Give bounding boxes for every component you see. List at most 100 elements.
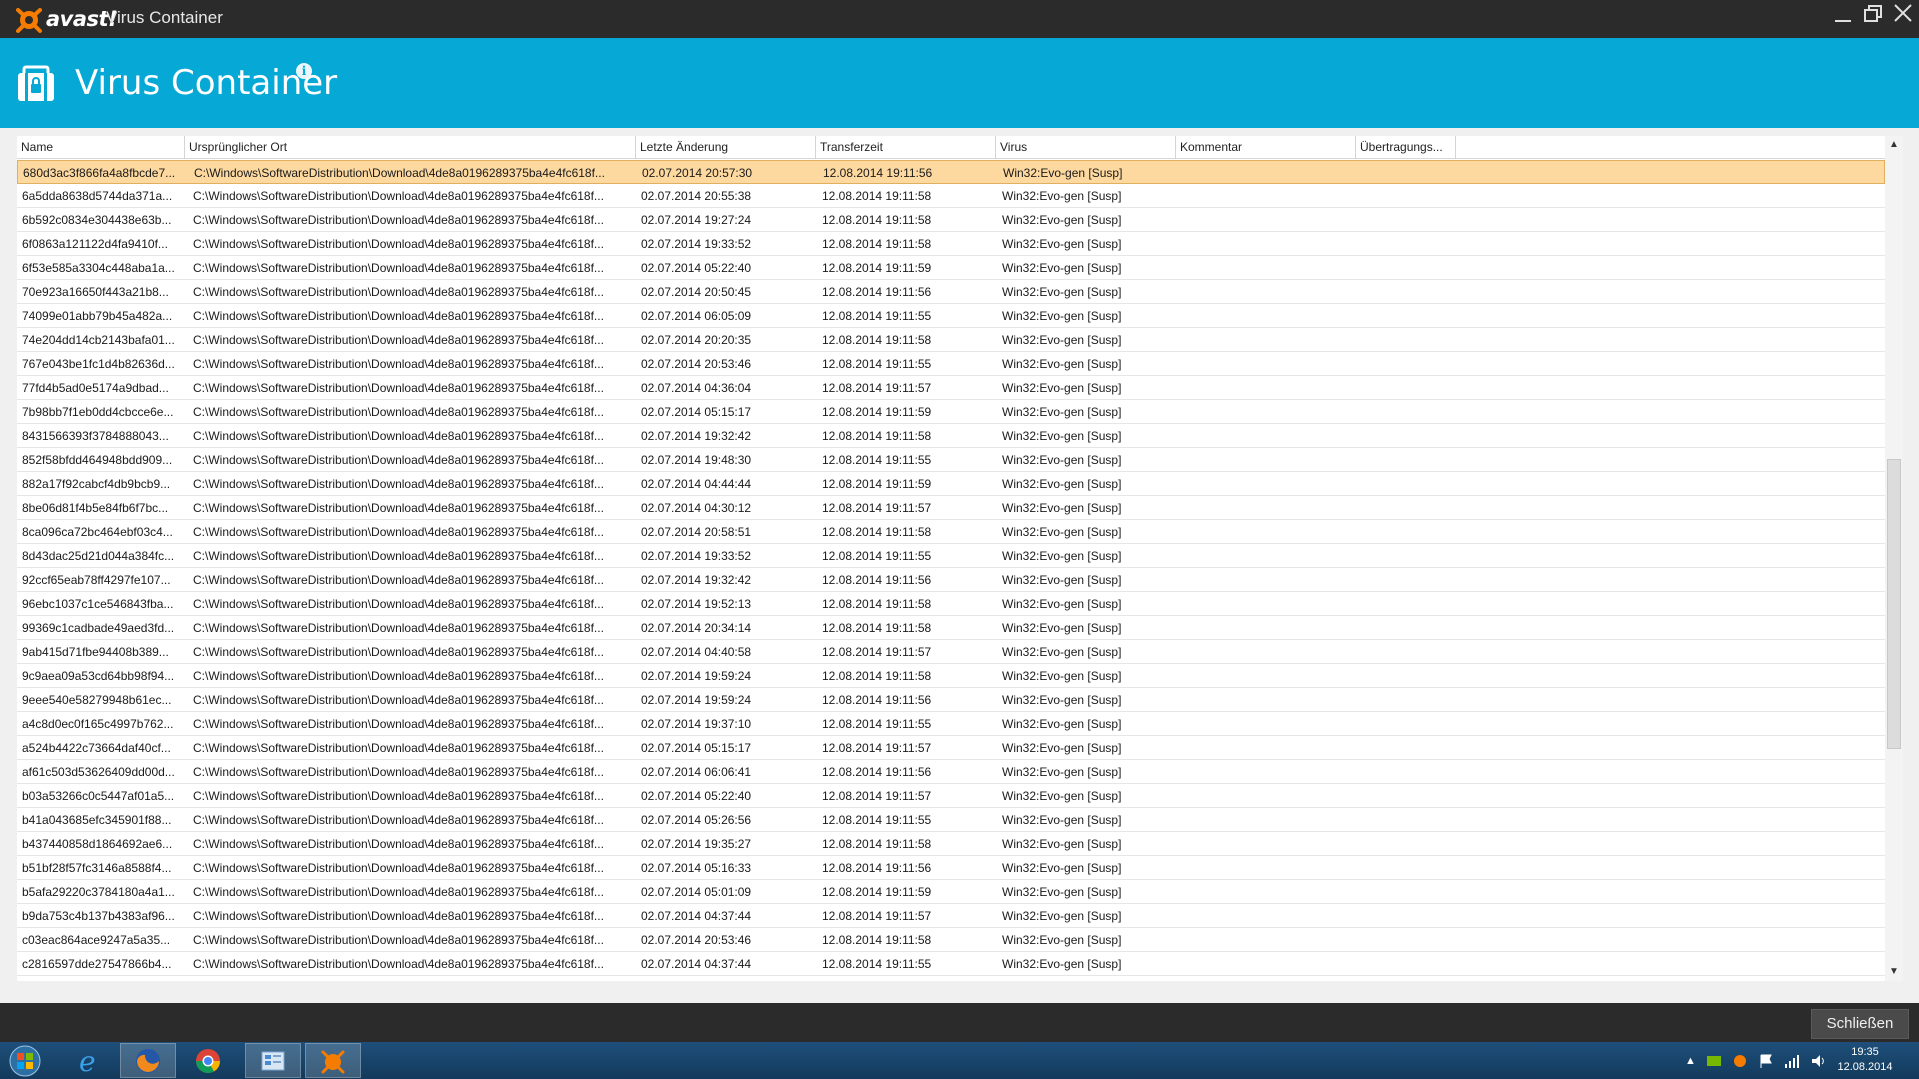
taskbar-avast[interactable]	[305, 1043, 361, 1078]
cell-last-modified: 02.07.2014 20:20:35	[641, 333, 752, 347]
cell-last-modified: 02.07.2014 19:35:27	[641, 837, 752, 851]
table-row[interactable]: b9da753c4b137b4383af96... C:\Windows\Soft…	[17, 904, 1885, 928]
table-row[interactable]: 9ab415d71fbe94408b389... C:\Windows\Softw…	[17, 640, 1885, 664]
window-title: Virus Container	[106, 8, 223, 27]
table-row[interactable]: 6f53e585a3304c448aba1a... C:\Windows\Soft…	[17, 256, 1885, 280]
cell-name: 96ebc1037c1ce546843fba...	[22, 597, 174, 611]
table-row[interactable]: b5afa29220c3784180a4a1... C:\Windows\Soft…	[17, 880, 1885, 904]
table-row[interactable]: 6f0863a121122d4fa9410f... C:\Windows\Soft…	[17, 232, 1885, 256]
table-body: 680d3ac3f866fa4a8fbcde7... C:\Windows\Sof…	[17, 160, 1885, 976]
taskbar-clock[interactable]: 19:35 12.08.2014	[1830, 1045, 1900, 1075]
table-row[interactable]: 92ccf65eab78ff4297fe107... C:\Windows\Sof…	[17, 568, 1885, 592]
column-header-date[interactable]: Letzte Änderung	[636, 136, 816, 159]
vertical-scrollbar[interactable]: ▲ ▼	[1885, 136, 1903, 981]
table-row[interactable]: 96ebc1037c1ce546843fba... C:\Windows\Soft…	[17, 592, 1885, 616]
cell-last-modified: 02.07.2014 19:27:24	[641, 213, 752, 227]
cell-name: a4c8d0ec0f165c4997b762...	[22, 717, 174, 731]
table-row[interactable]: 70e923a16650f443a21b8... C:\Windows\Softw…	[17, 280, 1885, 304]
column-header-upload[interactable]: Übertragungs...	[1356, 136, 1456, 159]
column-header-path[interactable]: Ursprünglicher Ort	[185, 136, 636, 159]
action-center-flag-icon[interactable]	[1758, 1053, 1774, 1069]
cell-transfer-time: 12.08.2014 19:11:55	[822, 813, 932, 827]
scroll-down-arrow-icon[interactable]: ▼	[1885, 963, 1903, 981]
cell-original-location: C:\Windows\SoftwareDistribution\Download…	[194, 166, 605, 180]
table-row[interactable]: c03eac864ace9247a5a35... C:\Windows\Softw…	[17, 928, 1885, 952]
table-row[interactable]: 77fd4b5ad0e5174a9dbad... C:\Windows\Softw…	[17, 376, 1885, 400]
taskbar-control-panel[interactable]	[245, 1043, 301, 1078]
table-row[interactable]: 882a17f92cabcf4db9bcb9... C:\Windows\Soft…	[17, 472, 1885, 496]
page-header: Virus Container i	[0, 38, 1919, 128]
column-header-xfer[interactable]: Transferzeit	[816, 136, 996, 159]
scroll-up-arrow-icon[interactable]: ▲	[1885, 136, 1903, 154]
cell-last-modified: 02.07.2014 19:48:30	[641, 453, 752, 467]
table-row[interactable]: b437440858d1864692ae6... C:\Windows\Softw…	[17, 832, 1885, 856]
table-row[interactable]: 9c9aea09a53cd64bb98f94... C:\Windows\Soft…	[17, 664, 1885, 688]
table-row[interactable]: a524b4422c73664daf40cf... C:\Windows\Soft…	[17, 736, 1885, 760]
windows-start-icon	[9, 1045, 41, 1076]
scrollbar-thumb[interactable]	[1887, 459, 1901, 749]
cell-virus: Win32:Evo-gen [Susp]	[1002, 525, 1122, 539]
table-row[interactable]: af61c503d53626409dd00d... C:\Windows\Soft…	[17, 760, 1885, 784]
restore-button[interactable]	[1858, 0, 1888, 30]
table-row[interactable]: 9eee540e58279948b61ec... C:\Windows\Softw…	[17, 688, 1885, 712]
table-row[interactable]: 6b592c0834e304438e63b... C:\Windows\Softw…	[17, 208, 1885, 232]
table-row[interactable]: 680d3ac3f866fa4a8fbcde7... C:\Windows\Sof…	[17, 160, 1885, 184]
network-icon[interactable]	[1784, 1053, 1800, 1069]
avast-taskbar-icon	[321, 1050, 345, 1073]
cell-virus: Win32:Evo-gen [Susp]	[1002, 333, 1122, 347]
table-row[interactable]: b41a043685efc345901f88... C:\Windows\Soft…	[17, 808, 1885, 832]
cell-last-modified: 02.07.2014 19:59:24	[641, 693, 752, 707]
table-row[interactable]: 6a5dda8638d5744da371a... C:\Windows\Softw…	[17, 184, 1885, 208]
table-row[interactable]: b03a53266c0c5447af01a5... C:\Windows\Soft…	[17, 784, 1885, 808]
table-row[interactable]: 7b98bb7f1eb0dd4cbcce6e... C:\Windows\Soft…	[17, 400, 1885, 424]
cell-transfer-time: 12.08.2014 19:11:58	[822, 933, 932, 947]
cell-original-location: C:\Windows\SoftwareDistribution\Download…	[193, 669, 604, 683]
cell-name: 6a5dda8638d5744da371a...	[22, 189, 173, 203]
chrome-icon	[196, 1048, 220, 1073]
volume-icon[interactable]	[1810, 1053, 1828, 1069]
cell-name: b51bf28f57fc3146a8588f4...	[22, 861, 172, 875]
table-row[interactable]: 8431566393f3784888043... C:\Windows\Softw…	[17, 424, 1885, 448]
cell-transfer-time: 12.08.2014 19:11:55	[822, 549, 932, 563]
cell-transfer-time: 12.08.2014 19:11:57	[822, 909, 932, 923]
taskbar-chrome[interactable]	[180, 1043, 236, 1078]
table-row[interactable]: a4c8d0ec0f165c4997b762... C:\Windows\Soft…	[17, 712, 1885, 736]
taskbar-internet-explorer[interactable]: e	[60, 1043, 116, 1078]
cell-name: b5afa29220c3784180a4a1...	[22, 885, 175, 899]
cell-original-location: C:\Windows\SoftwareDistribution\Download…	[193, 477, 604, 491]
cell-original-location: C:\Windows\SoftwareDistribution\Download…	[193, 357, 604, 371]
table-row[interactable]: 8be06d81f4b5e84fb6f7bc... C:\Windows\Soft…	[17, 496, 1885, 520]
cell-last-modified: 02.07.2014 06:06:41	[641, 765, 752, 779]
cell-original-location: C:\Windows\SoftwareDistribution\Download…	[193, 501, 604, 515]
cell-virus: Win32:Evo-gen [Susp]	[1002, 189, 1122, 203]
table-row[interactable]: 8d43dac25d21d044a384fc... C:\Windows\Soft…	[17, 544, 1885, 568]
column-header-name[interactable]: Name	[17, 136, 185, 159]
nvidia-icon[interactable]	[1706, 1053, 1722, 1069]
table-row[interactable]: 99369c1cadbade49aed3fd... C:\Windows\Soft…	[17, 616, 1885, 640]
minimize-button[interactable]	[1828, 0, 1858, 30]
avast-tray-icon[interactable]	[1732, 1053, 1748, 1069]
start-button[interactable]	[0, 1043, 50, 1078]
column-header-virus[interactable]: Virus	[996, 136, 1176, 159]
close-window-button[interactable]	[1888, 0, 1918, 30]
cell-virus: Win32:Evo-gen [Susp]	[1002, 717, 1122, 731]
show-hidden-icons-icon[interactable]: ▲	[1685, 1055, 1696, 1067]
table-row[interactable]: 852f58bfdd464948bdd909... C:\Windows\Soft…	[17, 448, 1885, 472]
windows-taskbar: e ▲ 19:35 12.08.2014	[0, 1042, 1919, 1079]
close-button[interactable]: Schließen	[1811, 1009, 1909, 1039]
cell-original-location: C:\Windows\SoftwareDistribution\Download…	[193, 813, 604, 827]
table-row[interactable]: b51bf28f57fc3146a8588f4... C:\Windows\Sof…	[17, 856, 1885, 880]
table-row[interactable]: 74099e01abb79b45a482a... C:\Windows\Softw…	[17, 304, 1885, 328]
taskbar-firefox[interactable]	[120, 1043, 176, 1078]
cell-transfer-time: 12.08.2014 19:11:56	[823, 166, 933, 180]
cell-original-location: C:\Windows\SoftwareDistribution\Download…	[193, 525, 604, 539]
info-icon[interactable]: i	[296, 63, 312, 79]
table-row[interactable]: 767e043be1fc1d4b82636d... C:\Windows\Soft…	[17, 352, 1885, 376]
table-row[interactable]: 74e204dd14cb2143bafa01... C:\Windows\Soft…	[17, 328, 1885, 352]
column-header-comment[interactable]: Kommentar	[1176, 136, 1356, 159]
table-row[interactable]: c2816597dde27547866b4... C:\Windows\Softw…	[17, 952, 1885, 976]
cell-virus: Win32:Evo-gen [Susp]	[1002, 597, 1122, 611]
internet-explorer-icon: e	[79, 1046, 96, 1076]
table-row[interactable]: 8ca096ca72bc464ebf03c4... C:\Windows\Soft…	[17, 520, 1885, 544]
cell-last-modified: 02.07.2014 04:36:04	[641, 381, 752, 395]
